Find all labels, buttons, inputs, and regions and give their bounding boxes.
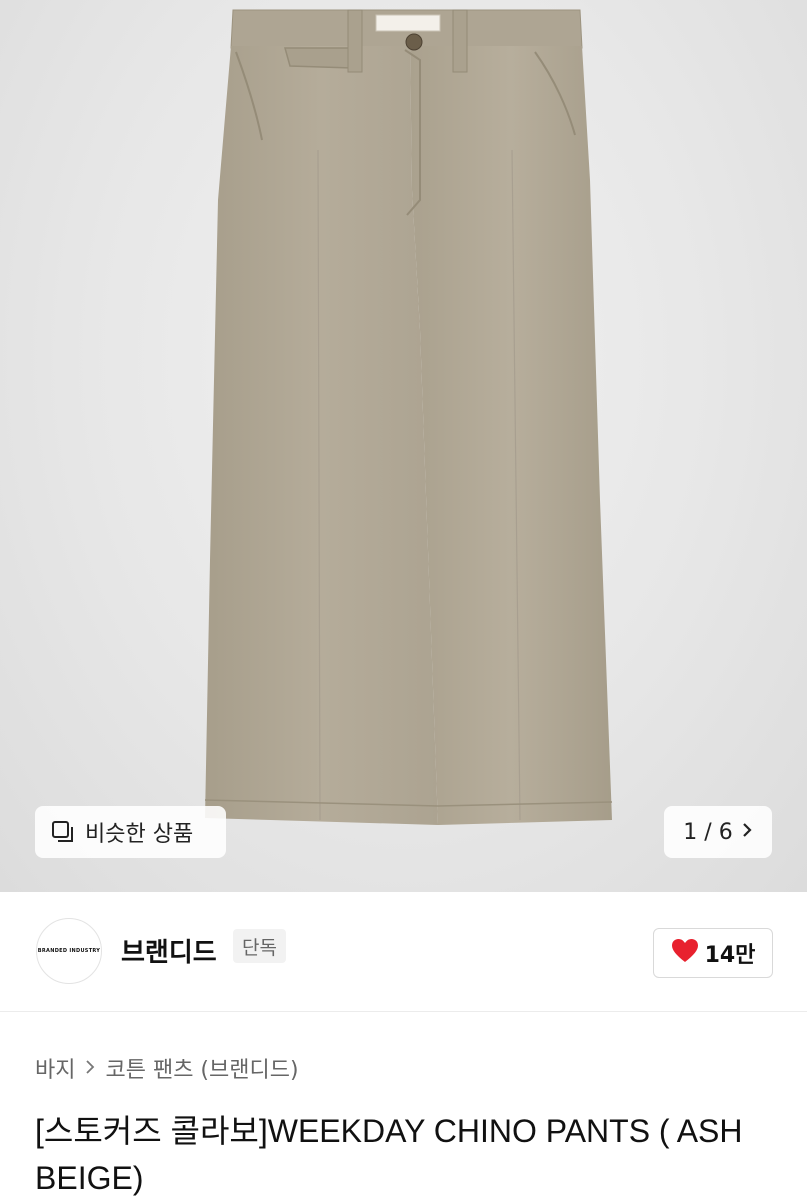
pager-text: 1 / 6 (683, 819, 733, 845)
shop-avatar[interactable]: BRANDED INDUSTRY (36, 918, 102, 984)
shop-name[interactable]: 브랜디드 (121, 932, 217, 969)
breadcrumb-subcategory[interactable]: 코튼 팬츠 (브랜디드) (105, 1052, 298, 1084)
heart-icon (671, 938, 699, 969)
breadcrumb-category[interactable]: 바지 (35, 1052, 75, 1084)
similar-items-label: 비슷한 상품 (85, 822, 194, 847)
image-pager-button[interactable]: 1 / 6 (664, 806, 772, 858)
product-title: [스토커즈 콜라보]WEEKDAY CHINO PANTS ( ASH BEIG… (35, 1113, 743, 1196)
chevron-right-icon (85, 1056, 95, 1080)
similar-items-button[interactable]: 비슷한 상품 (35, 806, 226, 858)
product-image-gallery[interactable]: 비슷한 상품 1 / 6 (0, 0, 807, 892)
chevron-right-icon (741, 820, 753, 845)
stack-icon (51, 820, 75, 844)
exclusive-badge: 단독 (233, 929, 286, 963)
like-count: 14만 (704, 943, 756, 968)
product-image (204, 9, 613, 825)
like-button[interactable]: 14만 (653, 928, 773, 978)
shop-logo: BRANDED INDUSTRY (37, 948, 101, 954)
seller-row: BRANDED INDUSTRY 브랜디드 단독 14만 (0, 892, 807, 1012)
breadcrumb: 바지 코튼 팬츠 (브랜디드) (35, 1052, 299, 1084)
